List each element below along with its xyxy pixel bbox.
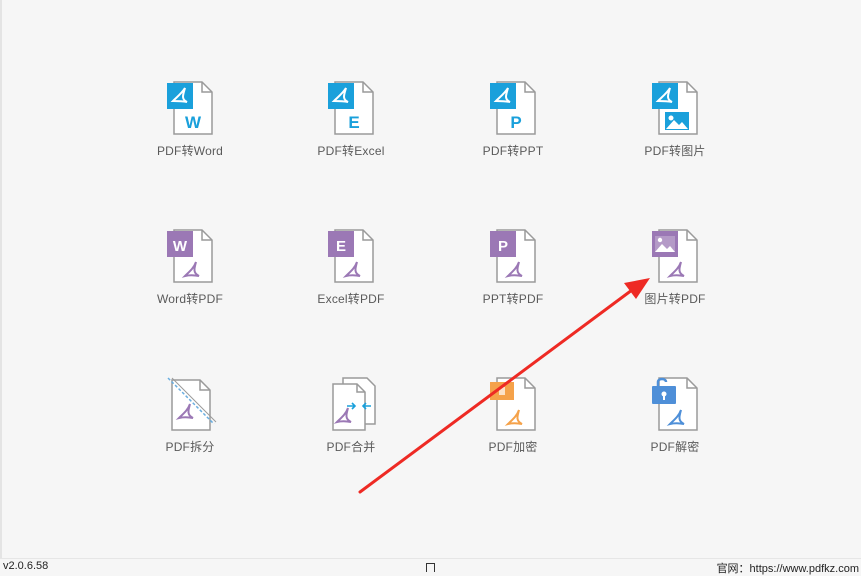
tool-label: PDF合并 xyxy=(326,440,376,454)
tool-label: PDF转PPT xyxy=(482,144,544,158)
version-label: v2.0.6.58 xyxy=(3,560,49,572)
image-to-pdf-icon xyxy=(652,229,698,283)
tool-label: PDF解密 xyxy=(650,440,700,454)
ppt-to-pdf-icon: P xyxy=(490,229,536,283)
tool-label: PDF拆分 xyxy=(165,440,215,454)
word-to-pdf-icon: W xyxy=(167,229,213,283)
tool-label: PPT转PDF xyxy=(482,292,544,306)
tool-pdf-split[interactable]: PDF拆分 xyxy=(130,376,250,486)
tool-pdf-to-ppt[interactable]: P PDF转PPT xyxy=(453,80,573,190)
svg-text:E: E xyxy=(336,238,346,255)
tool-word-to-pdf[interactable]: W Word转PDF xyxy=(130,228,250,338)
svg-text:E: E xyxy=(348,113,359,132)
pdf-to-image-icon xyxy=(652,81,698,135)
tool-ppt-to-pdf[interactable]: P PPT转PDF xyxy=(453,228,573,338)
pdf-decrypt-icon xyxy=(652,377,698,431)
tool-pdf-merge[interactable]: PDF合并 xyxy=(291,376,411,486)
tool-pdf-decrypt[interactable]: PDF解密 xyxy=(615,376,735,486)
tool-label: PDF转Excel xyxy=(317,144,385,158)
tool-pdf-to-image[interactable]: PDF转图片 xyxy=(615,80,735,190)
status-bar: v2.0.6.58 官网：https://www.pdfkz.com xyxy=(0,558,861,575)
tool-label: Excel转PDF xyxy=(317,292,385,306)
window-left-edge xyxy=(0,0,2,574)
pdf-to-excel-icon: E xyxy=(328,81,374,135)
tool-label: Word转PDF xyxy=(156,292,224,306)
svg-text:W: W xyxy=(173,238,188,255)
resize-handle[interactable] xyxy=(426,563,435,572)
tool-label: 图片转PDF xyxy=(644,292,706,306)
svg-text:P: P xyxy=(498,238,508,255)
pdf-to-word-icon: W xyxy=(167,81,213,135)
tool-label: PDF转Word xyxy=(156,144,224,158)
pdf-split-icon xyxy=(167,377,217,431)
tool-pdf-encrypt[interactable]: PDF加密 xyxy=(453,376,573,486)
excel-to-pdf-icon: E xyxy=(328,229,374,283)
tool-image-to-pdf[interactable]: 图片转PDF xyxy=(615,228,735,338)
pdf-encrypt-icon xyxy=(490,377,536,431)
tool-pdf-to-word[interactable]: W PDF转Word xyxy=(130,80,250,190)
svg-text:W: W xyxy=(185,113,202,132)
svg-text:P: P xyxy=(510,113,521,132)
tool-excel-to-pdf[interactable]: E Excel转PDF xyxy=(291,228,411,338)
pdf-merge-icon xyxy=(332,377,376,431)
pdf-to-ppt-icon: P xyxy=(490,81,536,135)
tool-pdf-to-excel[interactable]: E PDF转Excel xyxy=(291,80,411,190)
tool-label: PDF转图片 xyxy=(644,144,706,158)
tool-label: PDF加密 xyxy=(488,440,538,454)
